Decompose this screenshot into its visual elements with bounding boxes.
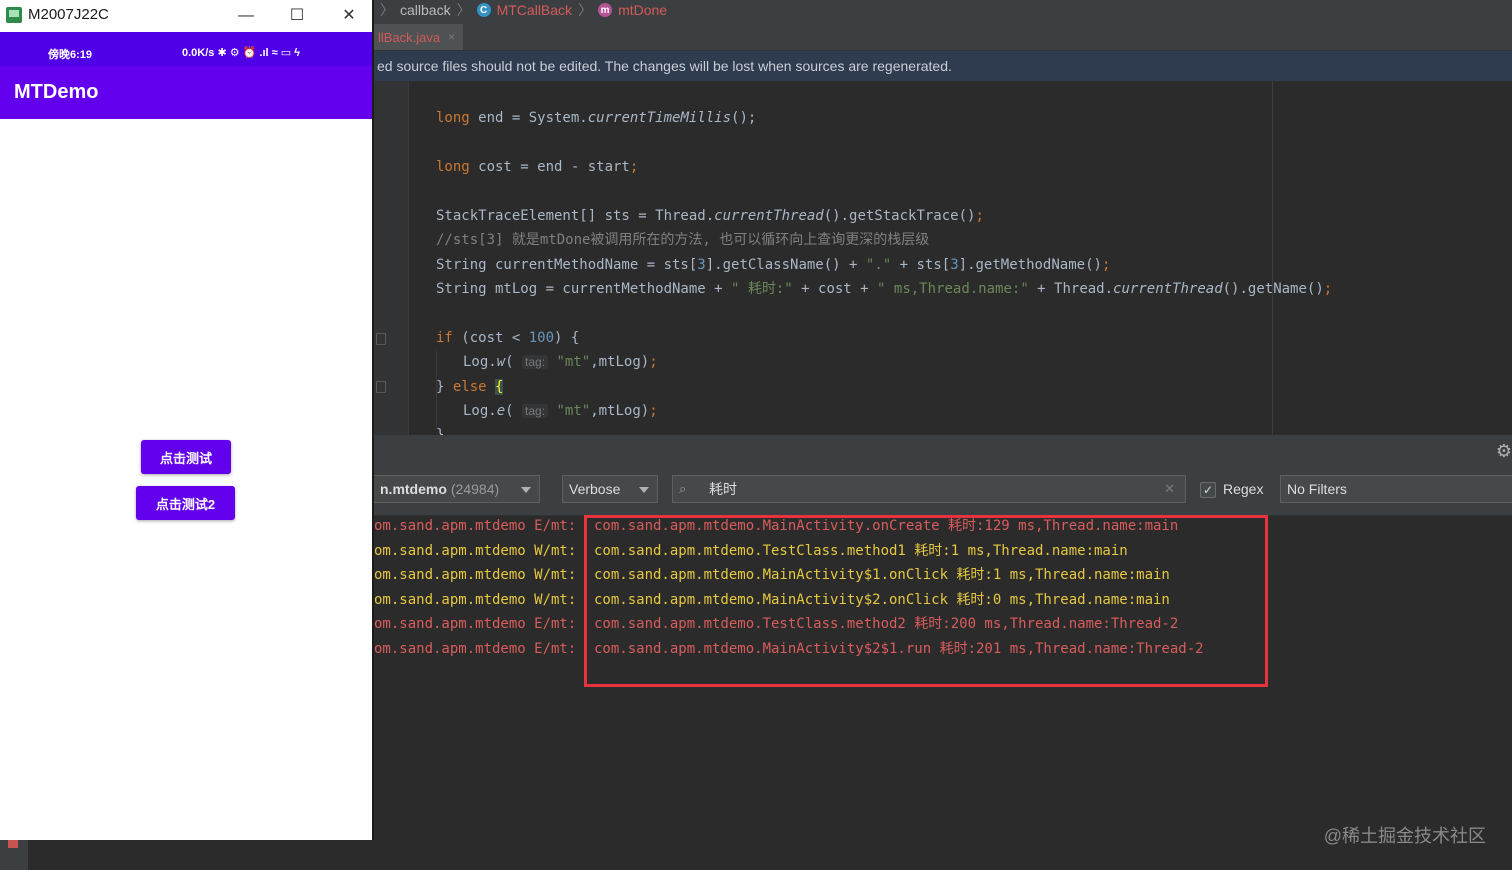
- code-line-2: long cost = end - start;: [436, 159, 639, 175]
- filter-value: No Filters: [1287, 481, 1347, 497]
- watermark: @稀土掘金技术社区: [1323, 826, 1486, 846]
- logcat-search[interactable]: ⌕ ✕: [672, 475, 1186, 503]
- code-editor[interactable]: long end = System.currentTimeMillis(); l…: [374, 81, 1512, 435]
- log-line: om.sand.apm.mtdemo E/mt: com.sand.apm.mtd…: [374, 613, 1178, 635]
- log-prefix: om.sand.apm.mtdemo E/mt:: [374, 641, 577, 657]
- code-line-1: long end = System.currentTimeMillis();: [436, 110, 757, 126]
- regex-checkbox[interactable]: ✓: [1200, 482, 1216, 498]
- chevron-down-icon: [521, 487, 531, 493]
- code-line-5: String currentMethodName = sts[3].getCla…: [436, 257, 1111, 273]
- fold-marker-icon[interactable]: [376, 333, 386, 345]
- app-toolbar: MTDemo: [0, 66, 372, 119]
- method-icon: m: [598, 3, 613, 17]
- search-icon: ⌕: [679, 481, 687, 496]
- log-prefix: om.sand.apm.mtdemo W/mt:: [374, 543, 577, 559]
- minimize-icon[interactable]: —: [234, 4, 258, 28]
- app-title: MTDemo: [14, 81, 99, 103]
- breadcrumb-separator: 〉: [578, 2, 593, 18]
- log-line: om.sand.apm.mtdemo W/mt: com.sand.apm.mtd…: [374, 589, 1170, 611]
- generated-source-banner: ed source files should not be edited. Th…: [374, 51, 1512, 81]
- breadcrumb-separator: 〉: [380, 2, 394, 18]
- editor-tab-bar: llBack.java ×: [374, 20, 1512, 51]
- log-line: om.sand.apm.mtdemo W/mt: com.sand.apm.mtd…: [374, 564, 1170, 586]
- code-line-comment: //sts[3] 就是mtDone被调用所在的方法, 也可以循环向上查询更深的栈…: [436, 232, 930, 248]
- tab-file[interactable]: llBack.java ×: [374, 24, 464, 50]
- status-icons: 0.0K/s ✱ ⚙ ⏰ .ıl ≈ ▭ ϟ: [182, 47, 300, 59]
- right-margin-guide: [1272, 81, 1273, 435]
- code-line-10: Log.e( tag: "mt",mtLog);: [463, 403, 658, 419]
- highlight-annotation-box: [584, 515, 1268, 687]
- breadcrumb-item-method[interactable]: mtDone: [618, 2, 667, 18]
- process-select[interactable]: n.mtdemo (24984): [374, 475, 540, 503]
- window-title: M2007J22C: [28, 6, 109, 23]
- param-hint: tag:: [522, 404, 549, 418]
- breadcrumb-item-callback[interactable]: callback: [400, 2, 451, 18]
- code-line-9: } else {: [436, 379, 504, 395]
- log-level-select[interactable]: Verbose: [562, 475, 658, 503]
- gear-icon[interactable]: ⚙: [1496, 441, 1512, 462]
- maximize-icon[interactable]: ☐: [285, 4, 309, 28]
- test-button-1[interactable]: 点击测试: [141, 440, 231, 474]
- log-level-value: Verbose: [569, 481, 621, 497]
- log-line: om.sand.apm.mtdemo W/mt: com.sand.apm.mtd…: [374, 540, 1128, 562]
- clear-icon[interactable]: ✕: [1164, 481, 1175, 497]
- log-prefix: om.sand.apm.mtdemo W/mt:: [374, 592, 577, 608]
- log-prefix: om.sand.apm.mtdemo W/mt:: [374, 567, 577, 583]
- test-button-2[interactable]: 点击测试2: [136, 486, 235, 520]
- logcat-filter-bar: n.mtdemo (24984) Verbose ⌕ ✕ ✓ Regex No …: [374, 465, 1512, 516]
- app-icon: [6, 7, 22, 23]
- code-line-11: }: [436, 427, 445, 435]
- breadcrumb-item-class[interactable]: MTCallBack: [497, 2, 572, 18]
- android-status-bar: 傍晚6:19 0.0K/s ✱ ⚙ ⏰ .ıl ≈ ▭ ϟ: [0, 32, 372, 66]
- banner-text: ed source files should not be edited. Th…: [377, 58, 952, 74]
- process-name: n.mtdemo: [380, 481, 447, 497]
- code-line-7: if (cost < 100) {: [436, 330, 580, 346]
- breadcrumb-separator: 〉: [456, 2, 471, 18]
- log-prefix: om.sand.apm.mtdemo E/mt:: [374, 518, 577, 534]
- close-icon[interactable]: ✕: [337, 4, 361, 28]
- window-title-bar: M2007J22C — ☐ ✕: [0, 0, 372, 32]
- class-icon: C: [476, 3, 491, 17]
- editor-gutter: [374, 81, 409, 435]
- log-line: om.sand.apm.mtdemo E/mt: com.sand.apm.mtd…: [374, 638, 1204, 660]
- log-prefix: om.sand.apm.mtdemo E/mt:: [374, 616, 577, 632]
- process-pid: (24984): [450, 481, 500, 497]
- status-time: 傍晚6:19: [48, 49, 93, 61]
- phone-emulator-window: M2007J22C — ☐ ✕ 傍晚6:19 0.0K/s ✱ ⚙ ⏰ .ıl …: [0, 0, 374, 840]
- code-line-3: StackTraceElement[] sts = Thread.current…: [436, 208, 984, 224]
- filter-select[interactable]: No Filters: [1280, 475, 1512, 503]
- code-line-8: Log.w( tag: "mt",mtLog);: [463, 354, 658, 370]
- fold-marker-icon[interactable]: [376, 381, 386, 393]
- log-line: om.sand.apm.mtdemo E/mt: com.sand.apm.mtd…: [374, 515, 1178, 537]
- logcat-toolbar: ⚙: [374, 435, 1512, 465]
- search-input[interactable]: [707, 480, 1151, 498]
- chevron-down-icon: [639, 487, 649, 493]
- tab-close-icon[interactable]: ×: [448, 30, 455, 44]
- regex-label: Regex: [1223, 481, 1264, 497]
- tab-file-label: llBack.java: [378, 29, 441, 45]
- breadcrumb: 〉 callback 〉 C MTCallBack 〉 m mtDone: [374, 0, 1512, 20]
- code-line-6: String mtLog = currentMethodName + " 耗时:…: [436, 281, 1333, 297]
- param-hint: tag:: [522, 355, 549, 369]
- taskbar-indicator: [8, 840, 18, 848]
